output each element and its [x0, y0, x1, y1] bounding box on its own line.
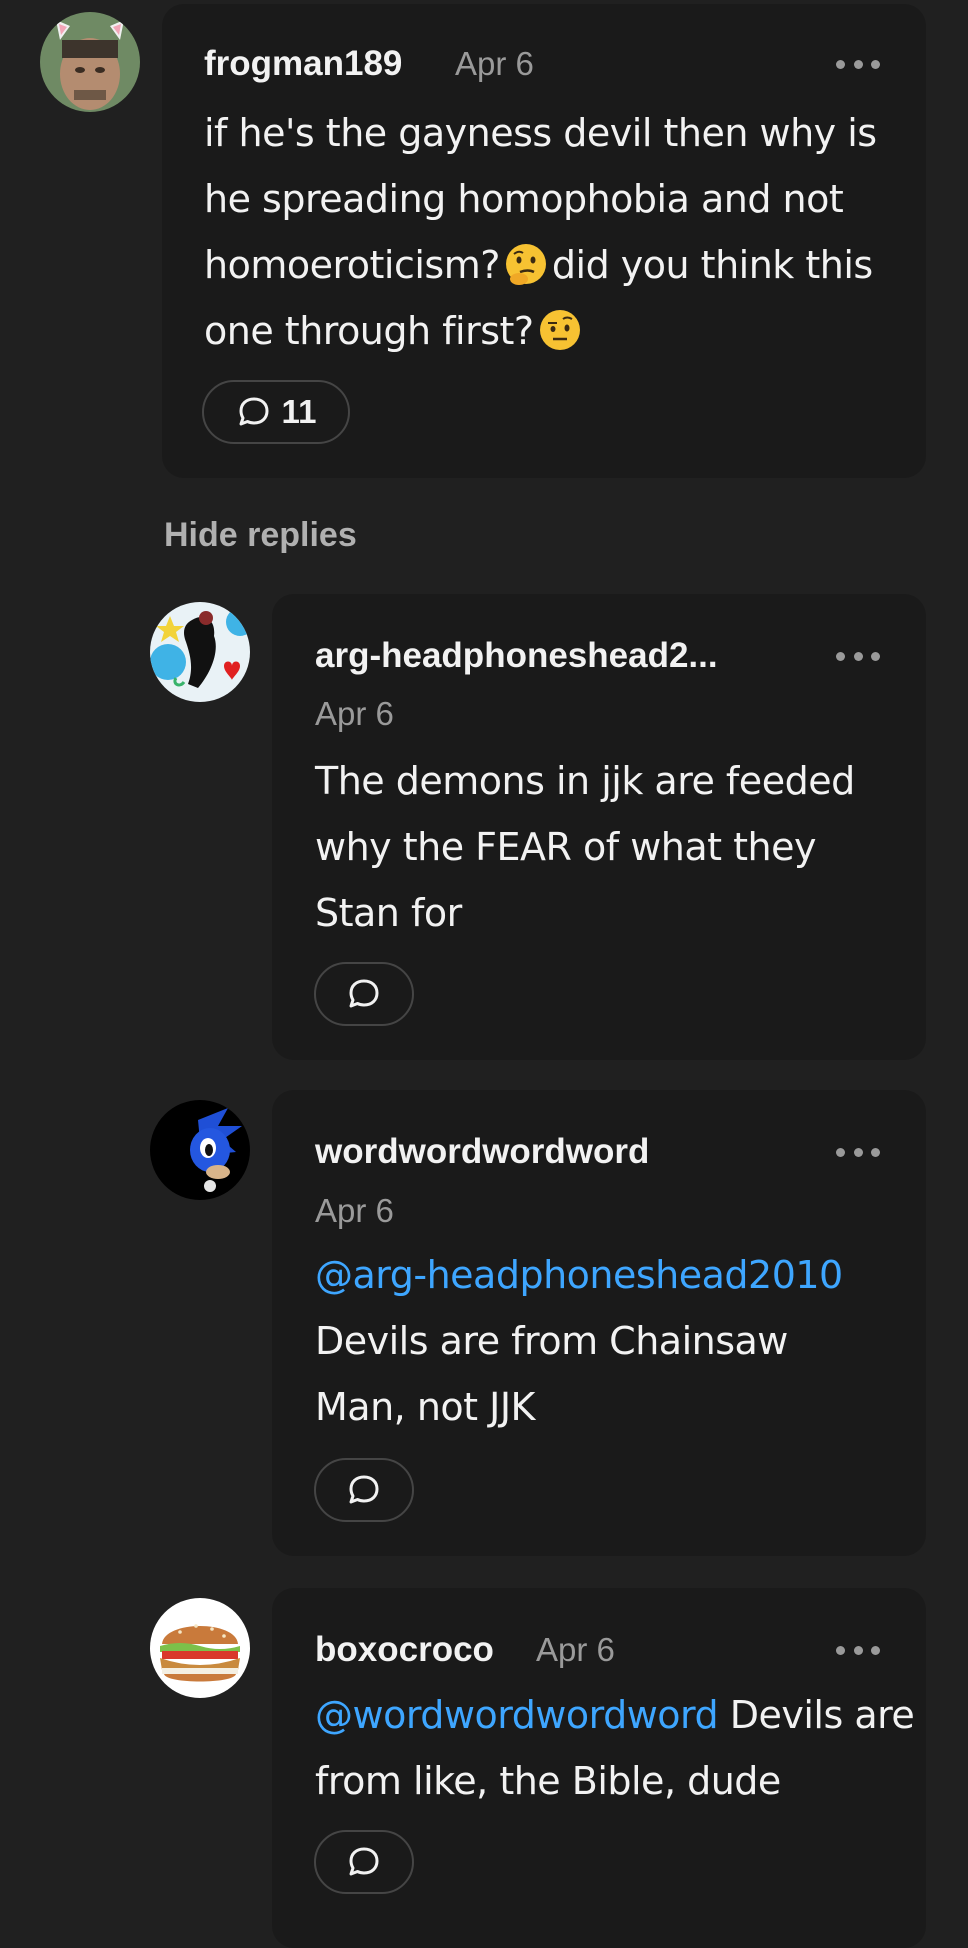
reply-3-reply-button[interactable]: [314, 1830, 414, 1894]
hide-replies-button[interactable]: Hide replies: [164, 516, 357, 555]
more-options-icon[interactable]: [836, 57, 880, 71]
reply-2-date: Apr 6: [315, 1192, 394, 1229]
reply-1-username[interactable]: arg-headphoneshead2...: [315, 636, 718, 676]
comment-text: if he's the gayness devil then why is he…: [204, 100, 894, 364]
comment-date: Apr 6: [455, 45, 534, 82]
avatar-arg-headphoneshead[interactable]: [150, 602, 250, 702]
comment-bubble-icon: [239, 397, 269, 426]
comment-bubble-icon: [349, 1847, 379, 1876]
reply-3-username[interactable]: boxocroco: [315, 1630, 494, 1670]
reply-2-more-options-icon[interactable]: [836, 1145, 880, 1159]
reply-3-date: Apr 6: [536, 1631, 615, 1668]
reply-2-text-block: @arg-headphoneshead2010 Devils are from …: [315, 1242, 915, 1440]
avatar-frogman189[interactable]: [40, 12, 140, 112]
reply-3-text-block: @wordwordwordword Devils are from like, …: [315, 1682, 915, 1814]
reply-3-more-options-icon[interactable]: [836, 1643, 880, 1657]
comment-bubble-icon: [349, 1475, 379, 1504]
comment-bubble-icon: [349, 979, 379, 1008]
reply-2-reply-button[interactable]: [314, 1458, 414, 1522]
reply-2-username[interactable]: wordwordwordword: [315, 1132, 649, 1172]
reply-1-date: Apr 6: [315, 695, 394, 732]
avatar-boxocroco[interactable]: [150, 1598, 250, 1698]
reply-3-mention[interactable]: @wordwordwordword: [315, 1693, 719, 1737]
comment-username[interactable]: frogman189: [204, 44, 402, 84]
thinking-face-emoji-icon: [504, 242, 548, 286]
reply-count: 11: [281, 393, 317, 430]
reply-1-more-options-icon[interactable]: [836, 649, 880, 663]
avatar-wordwordwordword[interactable]: [150, 1100, 250, 1200]
reply-1-reply-button[interactable]: [314, 962, 414, 1026]
reply-2-text: Devils are from Chainsaw Man, not JJK: [315, 1319, 788, 1429]
reply-count-button[interactable]: 11: [202, 380, 350, 444]
face-with-raised-eyebrow-emoji-icon: [538, 308, 582, 352]
reply-2-mention[interactable]: @arg-headphoneshead2010: [315, 1242, 915, 1308]
reply-1-text: The demons in jjk are feeded why the FEA…: [315, 759, 855, 935]
